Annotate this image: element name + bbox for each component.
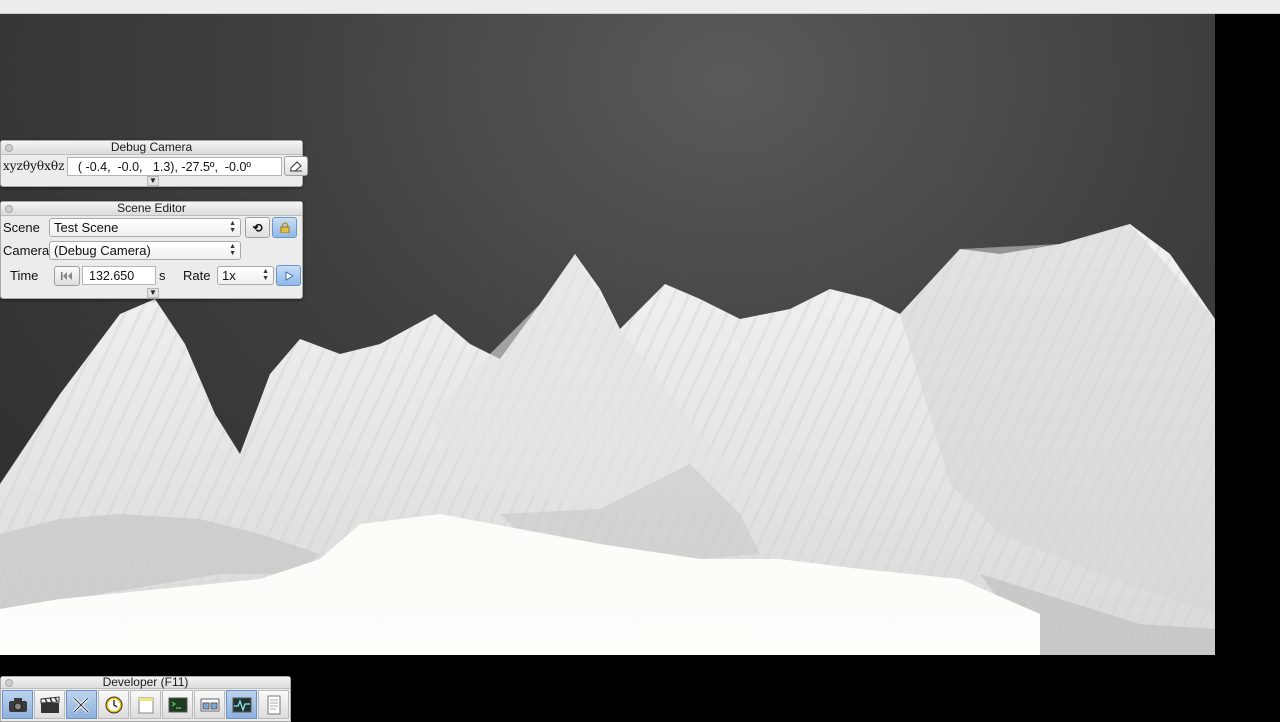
- tool-terminal[interactable]: [162, 690, 193, 719]
- coords-label: xyzθyθxθz: [3, 159, 65, 173]
- 3d-viewport[interactable]: [0, 14, 1215, 655]
- lock-icon: [280, 222, 289, 233]
- debug-camera-panel: Debug Camera xyzθyθxθz ( -0.4, -0.0, 1.3…: [0, 140, 309, 187]
- camera-icon: [8, 697, 27, 712]
- terminal-icon: [168, 697, 187, 712]
- tool-windows[interactable]: [194, 690, 225, 719]
- close-icon[interactable]: [5, 205, 13, 213]
- developer-toolbar: Developer (F11): [0, 676, 291, 722]
- updown-arrows-icon: ▲ ▼: [229, 220, 236, 234]
- time-unit: s: [159, 268, 166, 283]
- rewind-icon: [61, 271, 72, 280]
- panel-title: Scene Editor: [1, 202, 302, 216]
- camera-label: Camera: [3, 243, 50, 258]
- panel-title: Developer (F11): [1, 676, 290, 689]
- camera-coords-field[interactable]: ( -0.4, -0.0, 1.3), -27.5º, -0.0º: [67, 156, 283, 176]
- close-icon[interactable]: [5, 144, 13, 152]
- terrain-render: [0, 224, 1215, 655]
- scene-label: Scene: [3, 220, 40, 235]
- note-icon: [138, 697, 153, 713]
- time-label: Time: [10, 268, 39, 283]
- clapperboard-icon: [40, 695, 59, 713]
- updown-arrows-icon: ▲ ▼: [262, 268, 269, 282]
- reload-scene-button[interactable]: ⟲: [245, 217, 270, 238]
- updown-arrows-icon: ▲ ▼: [229, 243, 236, 257]
- profiler-icon: [232, 697, 251, 712]
- tool-clapperboard[interactable]: [34, 690, 65, 719]
- tool-clock[interactable]: [98, 690, 129, 719]
- windows-icon: [200, 698, 219, 711]
- lock-scene-button[interactable]: [272, 217, 297, 238]
- expand-panel-button[interactable]: ▼: [147, 176, 159, 186]
- rate-select[interactable]: 1x ▲ ▼: [217, 266, 274, 285]
- rate-label: Rate: [183, 268, 211, 283]
- play-icon: [285, 270, 294, 281]
- document-icon: [267, 695, 280, 714]
- expand-panel-button[interactable]: ▼: [147, 288, 159, 298]
- scene-editor-panel: Scene Editor Scene Test Scene ▲ ▼ ⟲ Camer…: [0, 201, 303, 299]
- time-field[interactable]: 132.650: [82, 266, 156, 285]
- tool-profiler[interactable]: [226, 690, 257, 719]
- reload-icon: ⟲: [252, 220, 263, 235]
- play-button[interactable]: [276, 265, 301, 286]
- tool-document[interactable]: [258, 690, 289, 719]
- top-menu-bar: [0, 0, 1280, 14]
- tool-camera[interactable]: [2, 690, 33, 719]
- rewind-button[interactable]: [54, 265, 80, 286]
- close-icon[interactable]: [5, 679, 13, 687]
- tool-note[interactable]: [130, 690, 161, 719]
- wrench-icon: [72, 696, 89, 713]
- clipboard-icon: [290, 161, 303, 172]
- camera-select[interactable]: (Debug Camera) ▲ ▼: [49, 241, 241, 260]
- clock-icon: [105, 696, 122, 713]
- copy-coords-button[interactable]: [284, 156, 309, 176]
- scene-select[interactable]: Test Scene ▲ ▼: [49, 218, 241, 237]
- tool-wrench[interactable]: [66, 690, 97, 719]
- panel-title: Debug Camera: [1, 141, 302, 155]
